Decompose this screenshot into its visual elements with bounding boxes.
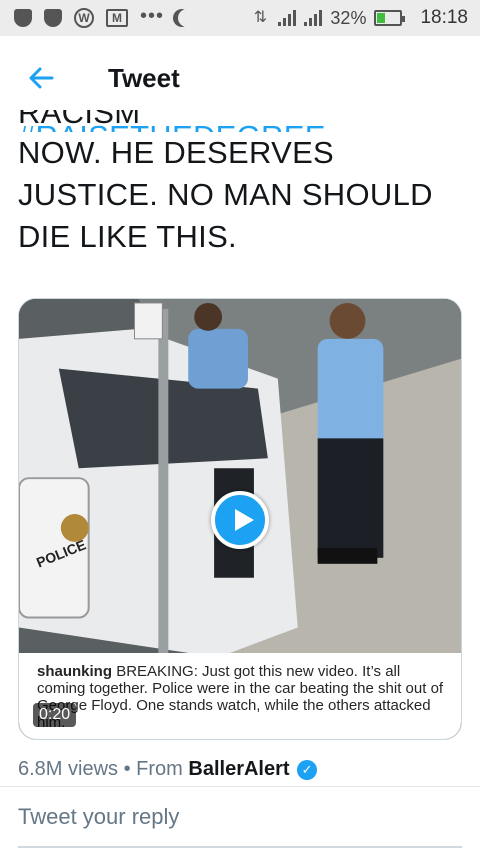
top-bar: Tweet [0,36,480,120]
battery-icon [374,10,406,26]
tweet-text-line2: NOW. HE DESERVES [18,135,335,170]
battery-percent: 32% [330,7,367,28]
tweet-stats: 6.8M views • From BallerAlert ✓ [18,758,318,781]
from-label: From [136,758,183,780]
more-icon: ••• [140,5,165,27]
gmail-icon: M [106,9,128,27]
video-caption: shaunking BREAKING: Just got this new vi… [19,653,461,739]
verified-badge-icon: ✓ [297,760,318,780]
shield-icon [14,9,32,27]
separator-dot: • [123,758,131,780]
clock: 18:18 [420,7,468,28]
tweet-text-line4: DIE LIKE THIS. [18,219,237,254]
play-icon[interactable] [211,491,269,549]
status-bar: W M ••• ⇅ 32% 18:18 [0,0,480,36]
tweet-text-line3: JUSTICE. NO MAN SHOULD [18,177,433,212]
video-duration: 0:20 [33,703,77,727]
video-player[interactable]: POLICE shaunking BREAKING: Just got this… [18,298,462,740]
reply-underline [18,846,462,848]
hashtag-link[interactable]: #RAISETHEDEGREE [18,116,468,132]
tweet-text: RACISM #RAISETHEDEGREE NOW. HE DESERVES … [18,110,468,258]
reply-input[interactable]: Tweet your reply [18,804,179,830]
data-arrows-icon: ⇅ [253,9,268,26]
wordpress-icon: W [74,8,94,28]
source-link[interactable]: BallerAlert [188,758,289,780]
signal-icon [304,10,323,26]
signal-icon [278,10,297,26]
caption-user: shaunking [37,663,113,680]
page-title: Tweet [108,62,180,93]
view-count: 6.8M views [18,758,119,780]
divider [0,786,480,787]
shield-icon [44,9,62,27]
moon-icon [178,9,196,27]
back-arrow-icon[interactable] [22,58,62,98]
